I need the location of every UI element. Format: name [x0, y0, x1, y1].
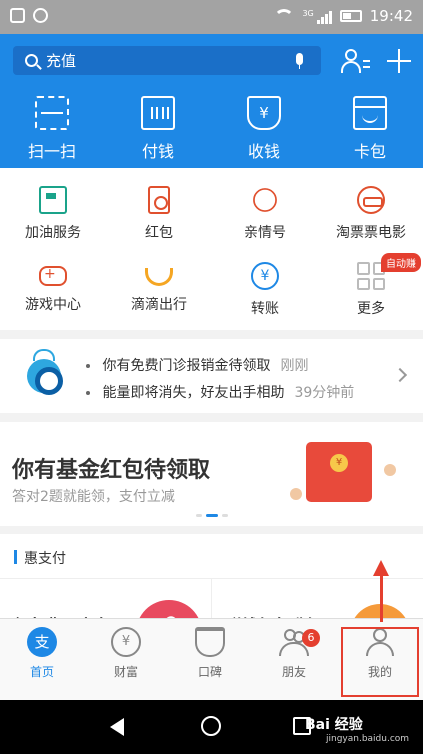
app-label: 更多 [357, 301, 385, 317]
image-notification-icon [10, 8, 25, 23]
scan-button[interactable]: 扫一扫 [7, 96, 97, 162]
battery-icon [339, 10, 362, 22]
watermark-url: jingyan.baidu.com [326, 734, 410, 744]
tab-friends[interactable]: 朋友 [252, 627, 336, 680]
transfer-icon: ¥ [251, 262, 279, 290]
heart-icon [248, 183, 282, 217]
microphone-icon[interactable] [296, 53, 303, 69]
pay-label: 付钱 [141, 142, 174, 161]
scan-label: 扫一扫 [27, 142, 76, 161]
fuel-icon [39, 186, 67, 214]
search-bar[interactable]: 充值 [13, 46, 321, 75]
notification-card[interactable]: 你有免费门诊报销金待领取 刚刚 能量即将消失，好友出手相助 39分钟前 [0, 339, 423, 413]
app-notification-icon [33, 8, 48, 23]
carousel-indicator [196, 514, 228, 517]
search-input[interactable]: 充值 [46, 50, 76, 71]
wealth-icon: ¥ [111, 627, 141, 657]
header: 充值 扫一扫 付钱 ¥ 收钱 卡包 [0, 34, 423, 168]
back-icon[interactable] [110, 718, 124, 736]
banner-title: 你有基金红包待领取 [12, 458, 211, 483]
notice-text: 你有免费门诊报销金待领取 [102, 358, 271, 374]
chevron-right-icon[interactable] [392, 367, 408, 383]
auto-earn-badge: 自动赚 [381, 253, 421, 272]
system-nav-bar: Bai 经验 jingyan.baidu.com [0, 700, 423, 754]
koubei-icon [195, 627, 225, 657]
pay-code-icon [141, 96, 175, 130]
app-label: 转账 [251, 301, 279, 317]
tab-label: 口碑 [197, 665, 222, 679]
wifi-icon [274, 9, 295, 23]
app-red-packet[interactable]: 红包 [106, 186, 212, 242]
person-illustration [290, 488, 302, 500]
tab-label: 朋友 [281, 665, 306, 679]
friends-unread-badge: 6 [302, 629, 320, 647]
home-icon: 支 [27, 627, 57, 657]
coin-icon: ¥ [330, 454, 348, 472]
tab-label: 首页 [29, 665, 54, 679]
watermark-logo: Bai 经验 [305, 717, 363, 733]
clock: 19:42 [369, 7, 413, 25]
app-game-center[interactable]: 游戏中心 [0, 262, 106, 314]
pay-button[interactable]: 付钱 [113, 96, 203, 162]
signal-icon: 3G [302, 8, 332, 24]
app-label: 淘票票电影 [336, 225, 406, 241]
network-type: 3G [302, 8, 314, 18]
receive-label: 收钱 [247, 142, 280, 161]
didi-icon [145, 268, 173, 286]
status-bar: 3G 19:42 [0, 0, 423, 34]
app-grid: 加油服务 红包 亲情号 淘票票电影 游戏中心 滴滴出行 ¥ 转账 更多 自动赚 [0, 168, 423, 330]
section-title: 惠支付 [24, 551, 66, 567]
fund-red-packet-banner[interactable]: 你有基金红包待领取 答对2题就能领，支付立减 ¥ [0, 422, 423, 526]
app-taopiaopiao-movie[interactable]: 淘票票电影 [318, 186, 423, 242]
app-transfer[interactable]: ¥ 转账 [212, 262, 318, 318]
card-wallet-label: 卡包 [353, 142, 386, 161]
movie-icon [357, 186, 385, 214]
mascot-icon [17, 349, 71, 403]
person-illustration [384, 464, 396, 476]
app-didi[interactable]: 滴滴出行 [106, 262, 212, 314]
receive-button[interactable]: ¥ 收钱 [219, 96, 309, 162]
home-button-icon[interactable] [201, 716, 221, 736]
search-icon [25, 54, 38, 67]
app-label: 亲情号 [244, 225, 286, 241]
card-wallet-button[interactable]: 卡包 [325, 96, 415, 162]
red-packet-icon [148, 186, 170, 214]
app-label: 加油服务 [25, 225, 81, 241]
gamepad-icon [39, 266, 67, 286]
receive-money-icon: ¥ [247, 96, 281, 130]
tab-home[interactable]: 支 首页 [0, 627, 84, 680]
tab-wealth[interactable]: ¥ 财富 [84, 627, 168, 680]
notice-text: 能量即将消失，好友出手相助 [102, 385, 285, 401]
card-wallet-icon [353, 96, 387, 130]
notice-item[interactable]: 能量即将消失，好友出手相助 39分钟前 [86, 382, 354, 402]
notice-time: 39分钟前 [294, 385, 355, 401]
section-marker [14, 550, 17, 564]
banner-subtitle: 答对2题就能领，支付立减 [12, 489, 175, 505]
notice-item[interactable]: 你有免费门诊报销金待领取 刚刚 [86, 355, 308, 375]
annotation-arrow [380, 574, 383, 622]
app-family-number[interactable]: 亲情号 [212, 183, 318, 242]
add-icon[interactable] [386, 48, 412, 74]
app-label: 红包 [145, 225, 173, 241]
notice-time: 刚刚 [280, 358, 309, 374]
scan-icon [35, 96, 69, 130]
annotation-highlight-box [341, 627, 419, 697]
red-envelope-illustration: ¥ [306, 442, 372, 502]
annotation-arrow-head [373, 560, 389, 576]
contacts-icon[interactable] [340, 48, 370, 74]
tab-label: 财富 [113, 665, 138, 679]
app-fuel-service[interactable]: 加油服务 [0, 186, 106, 242]
app-label: 滴滴出行 [131, 297, 187, 313]
tab-koubei[interactable]: 口碑 [168, 627, 252, 680]
app-label: 游戏中心 [25, 297, 81, 313]
